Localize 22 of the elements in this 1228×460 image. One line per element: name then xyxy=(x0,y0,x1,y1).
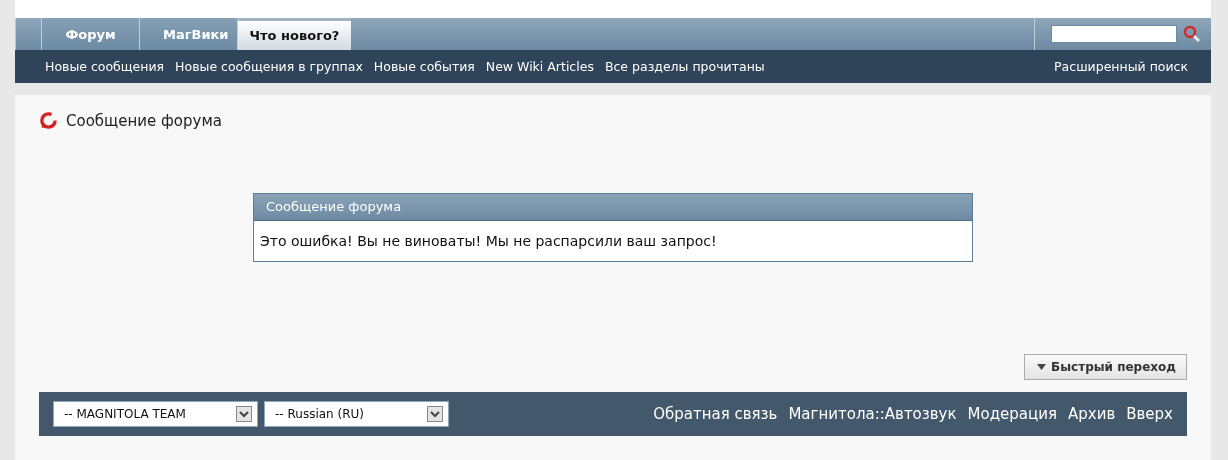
quick-nav-button[interactable]: Быстрый переход xyxy=(1024,354,1187,380)
advanced-search-link[interactable]: Расширенный поиск xyxy=(1054,59,1188,74)
dropdown[interactable]: -- MAGNITOLA TEAM xyxy=(53,401,258,427)
subnav-link[interactable]: New Wiki Articles xyxy=(485,59,594,74)
subnav-link[interactable]: Новые сообщения xyxy=(45,59,165,74)
footer-link[interactable]: Архив xyxy=(1068,405,1116,423)
footer-link[interactable]: Вверх xyxy=(1126,405,1173,423)
subnav-link[interactable]: Новые сообщения в группах xyxy=(175,59,363,74)
nav-tab[interactable]: Что нового? xyxy=(237,18,351,50)
caret-icon xyxy=(1037,364,1047,370)
ring-icon xyxy=(39,111,58,130)
subnav-link[interactable]: Все разделы прочитаны xyxy=(604,59,765,74)
footer-link[interactable]: Модерация xyxy=(967,405,1057,423)
search-field[interactable] xyxy=(1051,25,1177,43)
footer-link[interactable]: Магнитола::Автозвук xyxy=(788,405,957,423)
message-box-title: Сообщение форума xyxy=(266,199,402,214)
footer-link[interactable]: Обратная связь xyxy=(653,405,778,423)
page-title: Сообщение форума xyxy=(66,111,222,130)
subnav-link[interactable]: Новые события xyxy=(373,59,475,74)
search-icon[interactable] xyxy=(1183,25,1201,43)
error-message: Это ошибка! Вы не виноваты! Мы не распарсили ваш запрос! xyxy=(260,233,717,249)
dropdown[interactable]: -- Russian (RU) xyxy=(264,401,449,427)
